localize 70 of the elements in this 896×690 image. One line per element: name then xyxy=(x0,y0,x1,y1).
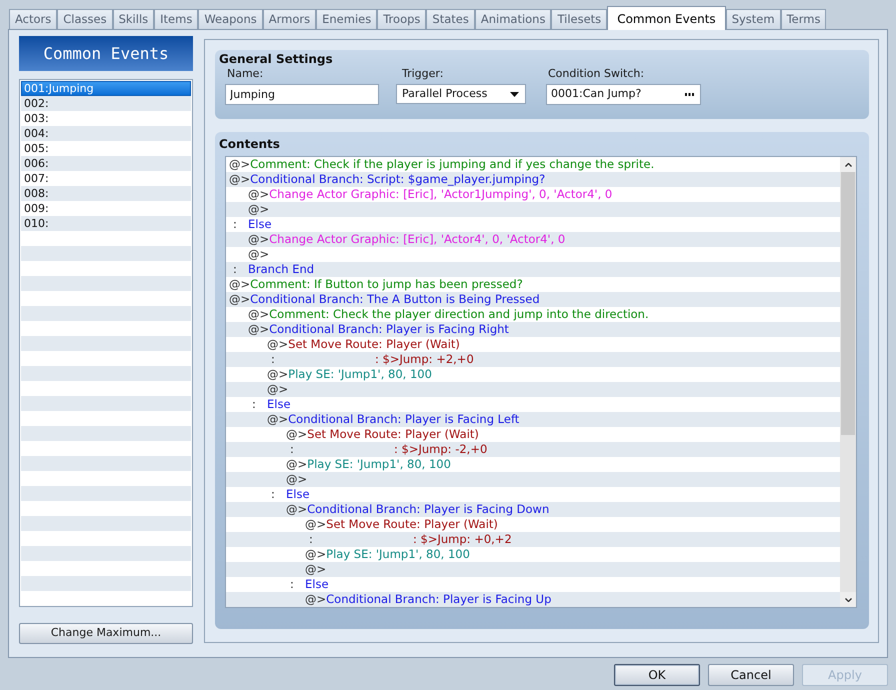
event-list-item[interactable]: 006: xyxy=(21,156,191,171)
command-line[interactable]: @>Conditional Branch: Script: $game_player.jumping? xyxy=(229,172,546,187)
scroll-down-icon[interactable] xyxy=(844,598,852,602)
command-line[interactable]: : Else xyxy=(267,487,310,502)
command-line[interactable]: @>Conditional Branch: Player is Facing Up xyxy=(305,592,552,607)
event-list-item[interactable]: 004: xyxy=(21,126,191,141)
command-line[interactable]: @> xyxy=(305,562,326,577)
scrollbar-thumb[interactable] xyxy=(840,172,856,435)
command-line[interactable]: @>Set Move Route: Player (Wait) xyxy=(305,517,498,532)
command-line[interactable]: @>Change Actor Graphic: [Eric], 'Actor4', 0, 'Actor4', 0 xyxy=(248,232,566,247)
tab[interactable]: Common Events xyxy=(607,6,726,30)
command-line[interactable]: : : $>Jump: -2,+0 xyxy=(286,442,488,457)
command-line[interactable]: @>Change Actor Graphic: [Eric], 'Actor1Jumping', 0, 'Actor4', 0 xyxy=(248,187,612,202)
ellipsis-icon[interactable] xyxy=(685,93,694,96)
command-line[interactable]: @> xyxy=(267,382,288,397)
command-line[interactable]: : : $>Jump: +2,+0 xyxy=(267,352,474,367)
scroll-up-icon[interactable] xyxy=(844,162,852,166)
command-line[interactable]: @> xyxy=(248,202,270,217)
command-line[interactable]: @>Play SE: 'Jump1', 80, 100 xyxy=(267,367,432,382)
trigger-dropdown[interactable]: Parallel Process xyxy=(396,84,526,104)
event-list-item[interactable]: 005: xyxy=(21,141,191,156)
tab[interactable]: Animations xyxy=(474,9,552,29)
tab[interactable]: Enemies xyxy=(316,9,378,29)
event-list-item[interactable]: 007: xyxy=(21,171,191,186)
change-maximum-button[interactable]: Change Maximum... xyxy=(19,623,193,644)
tab[interactable]: States xyxy=(426,9,475,29)
command-line[interactable]: @>Conditional Branch: The A Button is Being Pressed xyxy=(229,292,540,307)
event-list-item[interactable]: 003: xyxy=(21,111,191,126)
command-line[interactable]: @>Set Move Route: Player (Wait) xyxy=(267,337,460,352)
event-list-item[interactable]: 001:Jumping xyxy=(21,81,191,96)
section-title: Contents xyxy=(219,137,280,152)
tab[interactable]: Terms xyxy=(780,9,826,29)
event-list-item[interactable]: 002: xyxy=(21,96,191,111)
command-line[interactable]: @>Set Move Route: Player (Wait) xyxy=(286,427,479,442)
event-list-item[interactable]: 010: xyxy=(21,216,191,231)
caret-icon xyxy=(510,92,519,96)
command-line[interactable]: : : $>Jump: +0,+2 xyxy=(305,532,512,547)
tab[interactable]: Troops xyxy=(377,9,426,29)
command-line[interactable]: @>Conditional Branch: Player is Facing Right xyxy=(248,322,509,337)
tab[interactable]: Tilesets xyxy=(551,9,608,29)
command-line[interactable]: @>Play SE: 'Jump1', 80, 100 xyxy=(305,547,470,562)
command-line[interactable]: @>Conditional Branch: Player is Facing Left xyxy=(267,412,520,427)
tab[interactable]: Weapons xyxy=(198,9,263,29)
tab[interactable]: Armors xyxy=(262,9,316,29)
field-label: Trigger: xyxy=(402,67,444,81)
event-list-item[interactable]: 008: xyxy=(21,186,191,201)
tab[interactable]: Items xyxy=(154,9,198,29)
list-header: Common Events xyxy=(19,36,193,71)
command-line[interactable]: : Branch End xyxy=(229,262,314,277)
field-label: Condition Switch: xyxy=(548,67,644,81)
dialog-button[interactable]: Cancel xyxy=(708,664,794,686)
field-label: Name: xyxy=(227,67,264,81)
tab[interactable]: System xyxy=(726,9,781,29)
tab[interactable]: Actors xyxy=(9,9,58,29)
command-line[interactable]: @>Comment: If Button to jump has been pressed? xyxy=(229,277,523,292)
condition-switch-field[interactable]: 0001:Can Jump? xyxy=(546,84,701,105)
command-line[interactable]: @> xyxy=(248,247,270,262)
command-line[interactable]: : Else xyxy=(248,397,291,412)
dialog-button[interactable]: OK xyxy=(614,664,700,686)
command-line[interactable]: : Else xyxy=(229,217,272,232)
command-line[interactable]: : Else xyxy=(286,577,329,592)
event-list-item[interactable]: 009: xyxy=(21,201,191,216)
command-line[interactable]: @>Comment: Check if the player is jumping and if yes change the sprite. xyxy=(229,157,654,172)
section-title: General Settings xyxy=(219,52,333,67)
tab[interactable]: Classes xyxy=(57,9,113,29)
command-line[interactable]: @>Comment: Check the player direction and jump into the direction. xyxy=(248,307,649,322)
command-line[interactable]: @>Play SE: 'Jump1', 80, 100 xyxy=(286,457,451,472)
command-line[interactable]: @>Conditional Branch: Player is Facing Down xyxy=(286,502,550,517)
command-line[interactable]: @> xyxy=(286,472,308,487)
tab[interactable]: Skills xyxy=(112,9,154,29)
